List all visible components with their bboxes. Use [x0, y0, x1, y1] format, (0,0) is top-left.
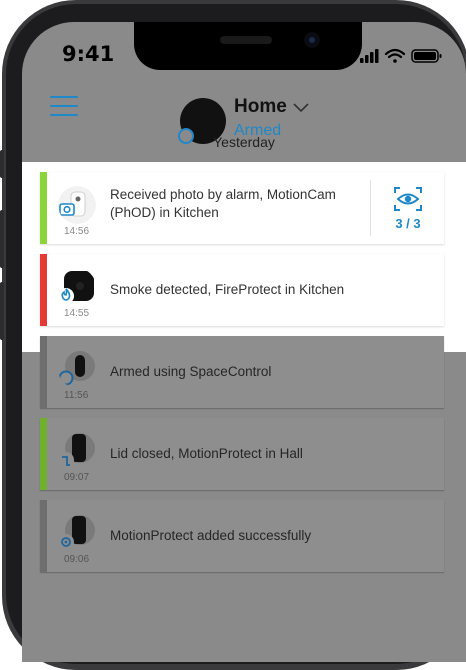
notch	[134, 22, 362, 70]
event-card[interactable]: Received photo by alarm, MotionCam (PhOD…	[40, 172, 444, 244]
signal-bars-icon	[360, 49, 379, 63]
app-screen: 9:41 Home Armed Yesterday Received photo…	[22, 22, 466, 662]
event-card[interactable]: MotionProtect added successfully 09:06	[40, 500, 444, 572]
day-label: Yesterday	[213, 134, 275, 150]
event-time: 11:56	[64, 390, 89, 401]
event-time: 09:07	[64, 472, 90, 483]
camera-icon	[58, 186, 96, 224]
event-text: MotionProtect added successfully	[110, 528, 312, 543]
event-text: Smoke detected, FireProtect in Kitchen	[110, 282, 345, 297]
speaker-grille	[220, 36, 272, 44]
event-card[interactable]: Armed using SpaceControl 11:56	[40, 336, 444, 408]
volume-up-button	[0, 210, 4, 268]
event-accent-bar	[40, 418, 47, 490]
eye-scan-icon	[394, 187, 422, 211]
photo-count: 3 / 3	[395, 216, 421, 231]
volume-down-button	[0, 282, 4, 340]
event-accent-bar	[40, 254, 47, 326]
photo-viewer-button[interactable]: 3 / 3	[370, 180, 445, 236]
chevron-down-icon[interactable]	[292, 100, 310, 114]
event-text: Armed using SpaceControl	[110, 364, 272, 379]
settings-icon	[58, 515, 95, 550]
status-icons	[360, 48, 442, 63]
front-camera	[304, 32, 320, 48]
mute-switch	[0, 150, 4, 178]
hub-name[interactable]: Home	[234, 96, 287, 118]
wifi-icon	[384, 48, 406, 63]
event-card[interactable]: Lid closed, MotionProtect in Hall 09:07	[40, 418, 444, 490]
event-time: 09:06	[64, 554, 90, 565]
fire-icon	[58, 271, 94, 304]
battery-icon	[411, 49, 442, 63]
event-card[interactable]: Smoke detected, FireProtect in Kitchen 1…	[40, 254, 444, 326]
hamburger-menu-icon[interactable]	[50, 96, 78, 118]
lid-icon	[58, 433, 95, 468]
event-text: Lid closed, MotionProtect in Hall	[110, 446, 303, 461]
phone-frame: 9:41 Home Armed Yesterday Received photo…	[0, 0, 466, 670]
event-time: 14:55	[64, 308, 90, 319]
armed-circle-icon	[58, 351, 95, 386]
event-accent-bar	[40, 172, 47, 244]
app-header: Home Armed	[22, 72, 466, 144]
event-accent-bar	[40, 336, 47, 408]
event-text: Received photo by alarm, MotionCam (PhOD…	[110, 187, 336, 220]
event-accent-bar	[40, 500, 47, 572]
status-time: 9:41	[62, 42, 115, 66]
event-time: 14:56	[64, 226, 90, 237]
